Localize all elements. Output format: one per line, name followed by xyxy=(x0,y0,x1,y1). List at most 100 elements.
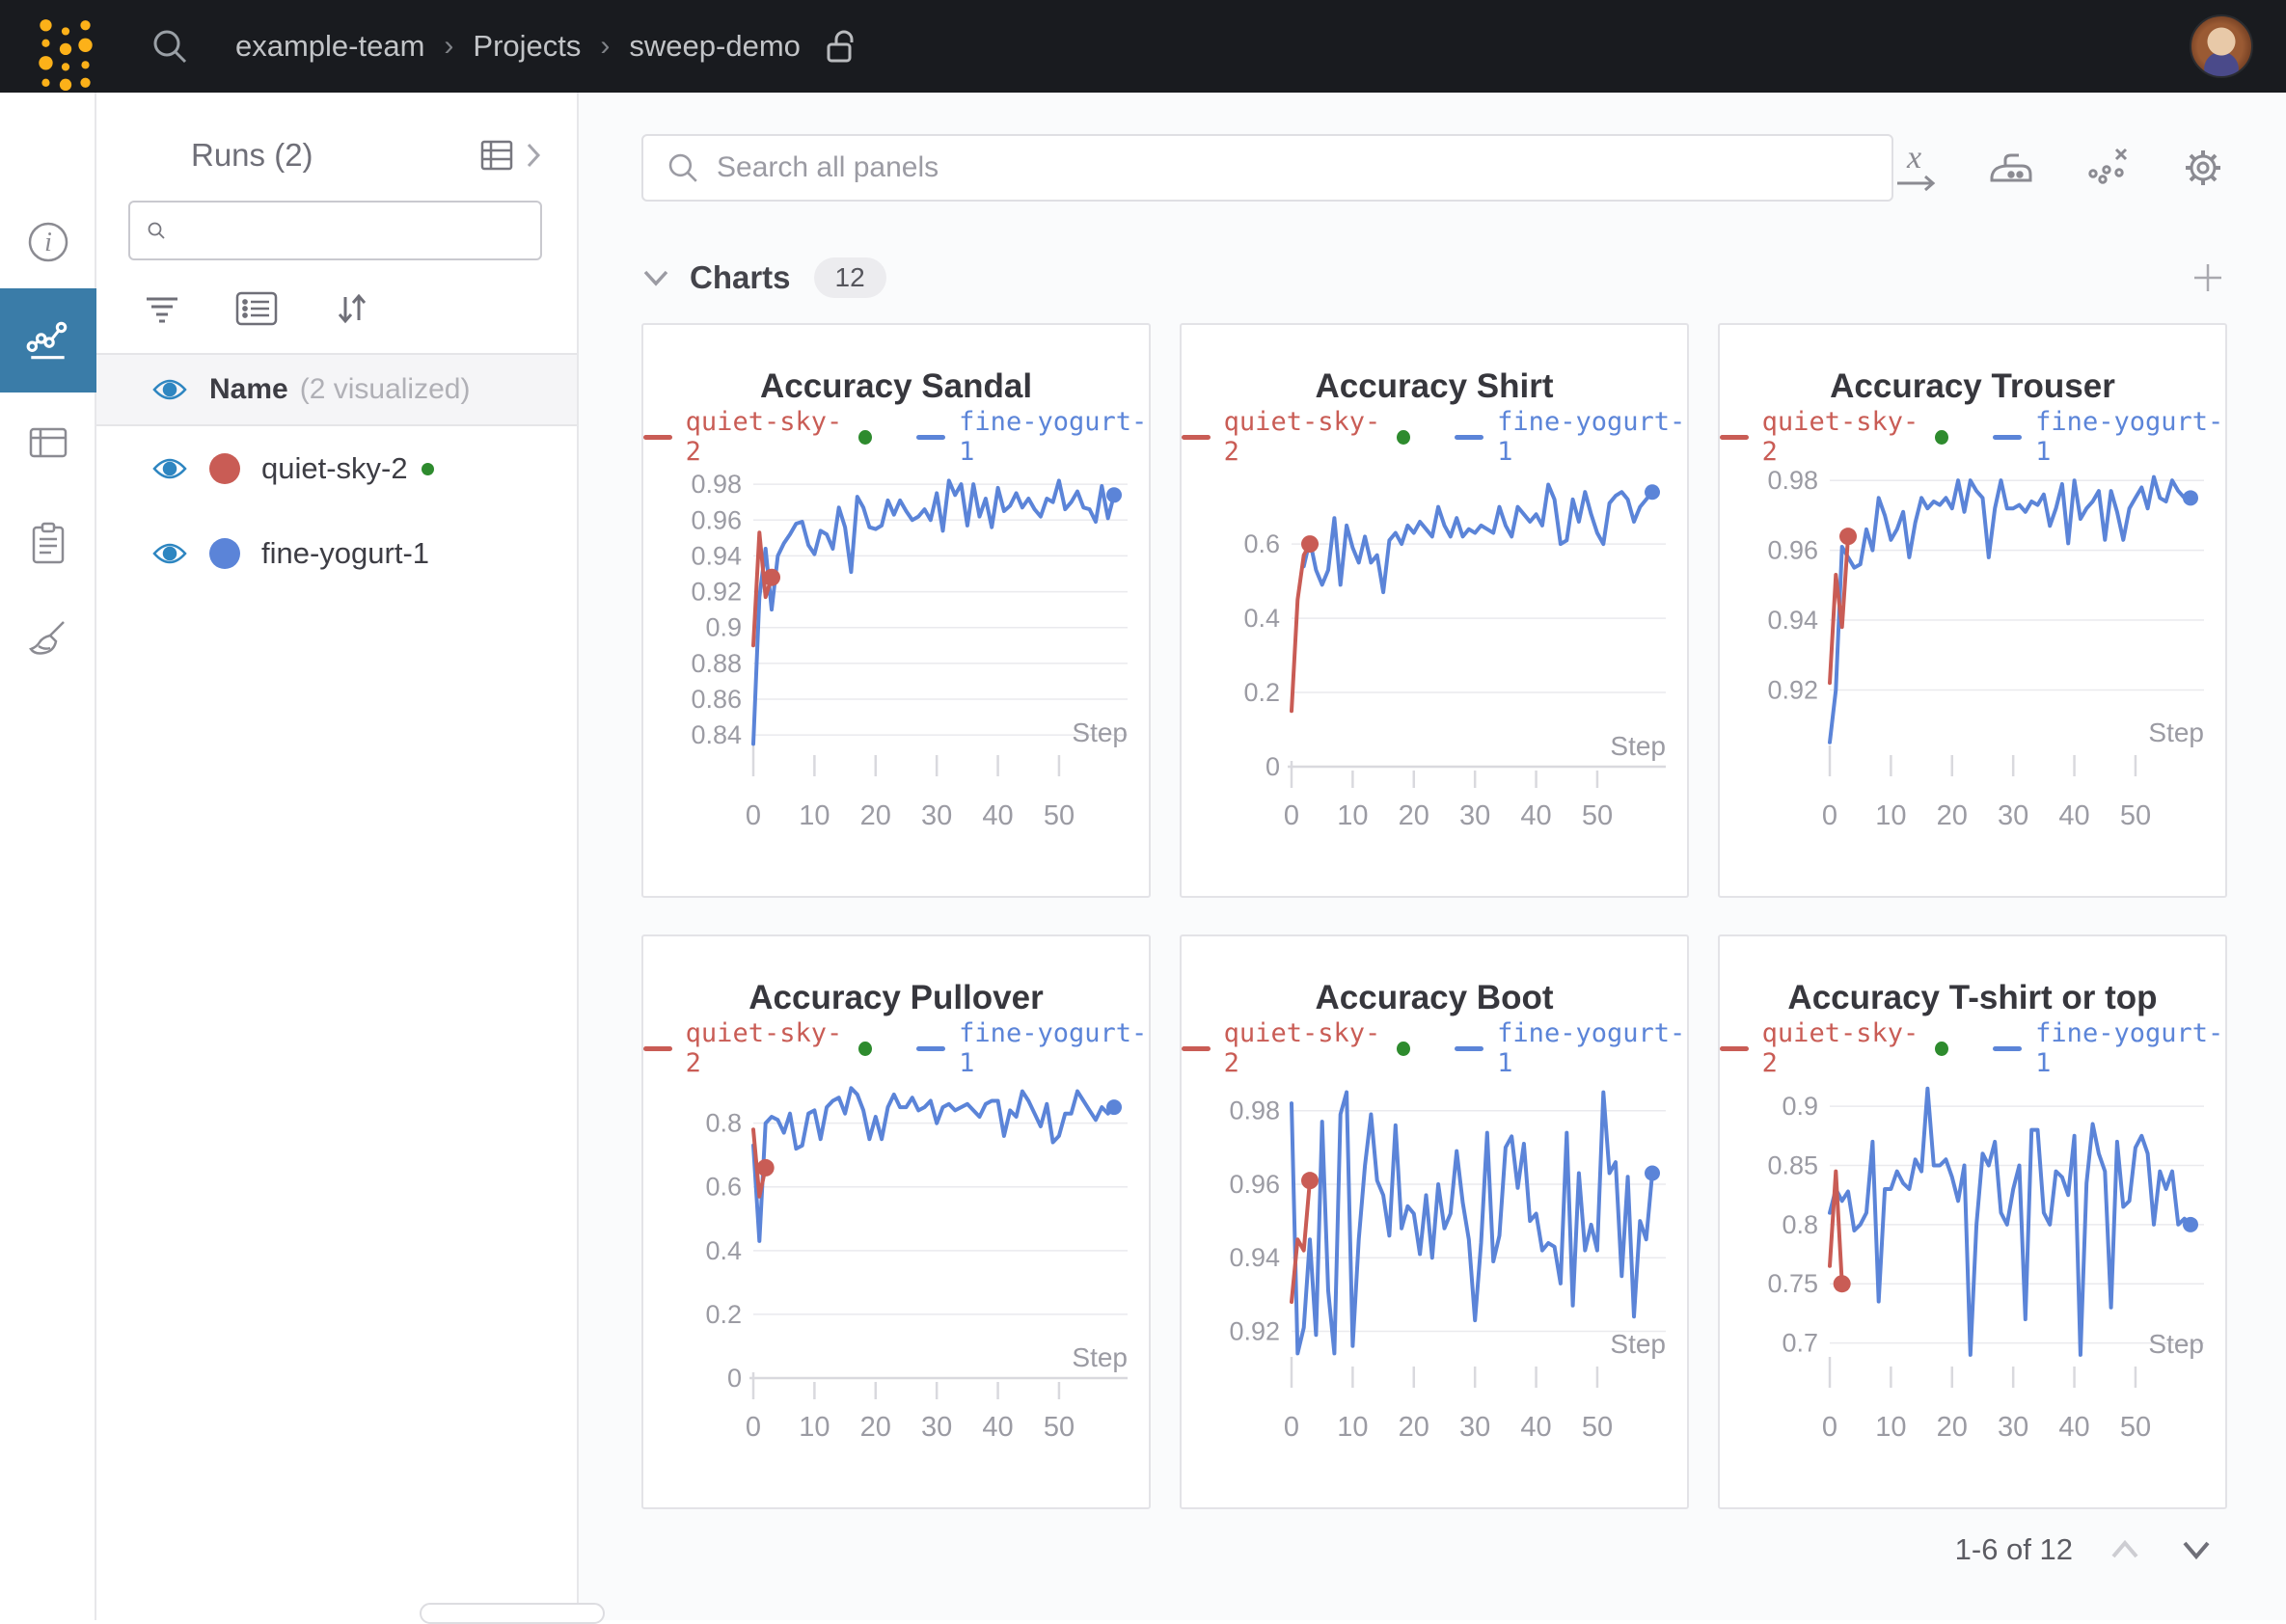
chart-legend: quiet-sky-2fine-yogurt-1 xyxy=(643,420,1149,454)
charts-section-title[interactable]: Charts xyxy=(690,259,791,296)
run-row[interactable]: quiet-sky-2 xyxy=(96,426,577,511)
group-list-icon[interactable] xyxy=(235,291,278,326)
chart-panel[interactable]: Accuracy Boot quiet-sky-2fine-yogurt-1 0… xyxy=(1180,934,1689,1509)
svg-text:0: 0 xyxy=(727,1364,742,1393)
smoothing-iron-icon[interactable] xyxy=(1986,146,2036,190)
legend-run-name[interactable]: fine-yogurt-1 xyxy=(1497,407,1687,467)
legend-run-name[interactable]: fine-yogurt-1 xyxy=(1497,1018,1687,1078)
top-bar: example-team › Projects › sweep-demo xyxy=(0,0,2286,93)
filter-icon[interactable] xyxy=(143,291,181,326)
legend-run-name[interactable]: fine-yogurt-1 xyxy=(2035,407,2225,467)
visibility-eye-icon[interactable] xyxy=(151,540,188,567)
svg-text:0.92: 0.92 xyxy=(1767,675,1818,704)
svg-text:i: i xyxy=(44,228,52,257)
svg-text:0.94: 0.94 xyxy=(691,541,742,570)
breadcrumb-separator: › xyxy=(444,30,453,63)
chart-panel[interactable]: Accuracy Pullover quiet-sky-2fine-yogurt… xyxy=(641,934,1151,1509)
svg-text:0.7: 0.7 xyxy=(1782,1329,1818,1358)
sort-icon[interactable] xyxy=(332,289,370,328)
svg-text:0.94: 0.94 xyxy=(1767,606,1818,635)
legend-run-name[interactable]: quiet-sky-2 xyxy=(1224,1018,1384,1078)
nav-charts-button[interactable] xyxy=(0,288,96,392)
run-status-dot xyxy=(422,463,434,475)
svg-text:Step: Step xyxy=(1072,717,1128,747)
svg-text:Step: Step xyxy=(2148,717,2204,747)
breadcrumb-projects-link[interactable]: Projects xyxy=(473,29,581,64)
svg-text:30: 30 xyxy=(921,1412,952,1443)
runs-panel-title: Runs (2) xyxy=(191,137,313,174)
run-status-dot xyxy=(858,1042,872,1056)
legend-run-name[interactable]: fine-yogurt-1 xyxy=(2035,1018,2225,1078)
legend-run-name[interactable]: quiet-sky-2 xyxy=(686,1018,846,1078)
chart-title: Accuracy Trouser xyxy=(1720,367,2225,406)
breadcrumb-project-link[interactable]: sweep-demo xyxy=(629,29,800,64)
nav-table-button[interactable] xyxy=(0,394,96,491)
runs-panel-footer-pill xyxy=(420,1603,605,1624)
svg-text:Step: Step xyxy=(1610,1329,1666,1359)
legend-line-swatch xyxy=(1455,435,1483,440)
breadcrumb-separator: › xyxy=(600,30,610,63)
svg-text:0.96: 0.96 xyxy=(1767,536,1818,565)
legend-item: fine-yogurt-1 xyxy=(1993,407,2225,467)
runs-search-box[interactable] xyxy=(128,201,542,260)
svg-text:10: 10 xyxy=(1337,800,1368,831)
workspace-main: x xyxy=(579,93,2286,1620)
legend-run-name[interactable]: quiet-sky-2 xyxy=(1762,407,1922,467)
chart-title: Accuracy Sandal xyxy=(643,367,1149,406)
left-nav-rail: i xyxy=(0,93,96,1620)
legend-line-swatch xyxy=(643,1046,672,1051)
x-axis-settings-icon[interactable]: x xyxy=(1893,143,1938,193)
legend-item: quiet-sky-2 xyxy=(1720,407,1948,467)
runs-sidebar: Runs (2) xyxy=(96,93,579,1620)
svg-text:0.98: 0.98 xyxy=(691,470,742,499)
nav-logs-button[interactable] xyxy=(0,495,96,591)
user-avatar[interactable] xyxy=(2190,14,2253,78)
chart-panel[interactable]: Accuracy Trouser quiet-sky-2fine-yogurt-… xyxy=(1718,323,2227,898)
chart-legend: quiet-sky-2fine-yogurt-1 xyxy=(643,1031,1149,1066)
outliers-scatter-icon[interactable] xyxy=(2084,145,2131,191)
runs-search-input[interactable] xyxy=(177,215,525,246)
svg-text:x: x xyxy=(1906,143,1921,176)
page-up-button[interactable] xyxy=(2106,1537,2144,1562)
visibility-eye-icon[interactable] xyxy=(151,455,188,482)
global-search-icon[interactable] xyxy=(149,25,191,68)
legend-run-name[interactable]: quiet-sky-2 xyxy=(1224,407,1384,467)
breadcrumb-team-link[interactable]: example-team xyxy=(235,29,424,64)
run-name[interactable]: fine-yogurt-1 xyxy=(261,536,429,571)
svg-text:0.98: 0.98 xyxy=(1767,466,1818,495)
panel-search-input[interactable] xyxy=(717,151,1870,184)
section-collapse-chevron-icon[interactable] xyxy=(641,268,670,287)
settings-gear-icon[interactable] xyxy=(2179,144,2227,192)
chart-legend: quiet-sky-2fine-yogurt-1 xyxy=(1182,420,1687,454)
legend-run-name[interactable]: fine-yogurt-1 xyxy=(959,1018,1149,1078)
wandb-logo-icon[interactable] xyxy=(33,15,98,91)
chart-panel[interactable]: Accuracy Sandal quiet-sky-2fine-yogurt-1… xyxy=(641,323,1151,898)
legend-run-name[interactable]: quiet-sky-2 xyxy=(686,407,846,467)
chart-plot: 0.920.940.960.9801020304050Step xyxy=(1722,460,2223,875)
svg-text:40: 40 xyxy=(1520,1412,1551,1443)
svg-text:40: 40 xyxy=(2058,800,2089,831)
run-row[interactable]: fine-yogurt-1 xyxy=(96,511,577,596)
run-name[interactable]: quiet-sky-2 xyxy=(261,451,408,486)
svg-text:20: 20 xyxy=(1937,800,1968,831)
legend-run-name[interactable]: quiet-sky-2 xyxy=(1762,1018,1922,1078)
expand-runs-table-button[interactable] xyxy=(480,138,542,173)
search-icon xyxy=(146,214,167,247)
nav-sweeps-button[interactable] xyxy=(0,591,96,688)
add-panel-button[interactable] xyxy=(2189,258,2227,297)
chart-panel[interactable]: Accuracy Shirt quiet-sky-2fine-yogurt-1 … xyxy=(1180,323,1689,898)
legend-run-name[interactable]: fine-yogurt-1 xyxy=(959,407,1149,467)
chart-title: Accuracy T-shirt or top xyxy=(1720,979,2225,1017)
legend-line-swatch xyxy=(1993,435,2022,440)
chart-legend: quiet-sky-2fine-yogurt-1 xyxy=(1720,420,2225,454)
chart-panel[interactable]: Accuracy T-shirt or top quiet-sky-2 fine-… xyxy=(1718,934,2227,1509)
page-down-button[interactable] xyxy=(2177,1537,2216,1562)
svg-text:0.6: 0.6 xyxy=(1243,529,1280,558)
visibility-eye-icon[interactable] xyxy=(151,376,188,403)
svg-text:0.4: 0.4 xyxy=(705,1236,742,1265)
legend-item: quiet-sky-2 xyxy=(643,1018,872,1078)
run-status-dot xyxy=(1397,430,1410,445)
svg-text:0.96: 0.96 xyxy=(691,505,742,534)
nav-overview-button[interactable]: i xyxy=(0,194,96,290)
panel-search-box[interactable] xyxy=(641,134,1893,202)
